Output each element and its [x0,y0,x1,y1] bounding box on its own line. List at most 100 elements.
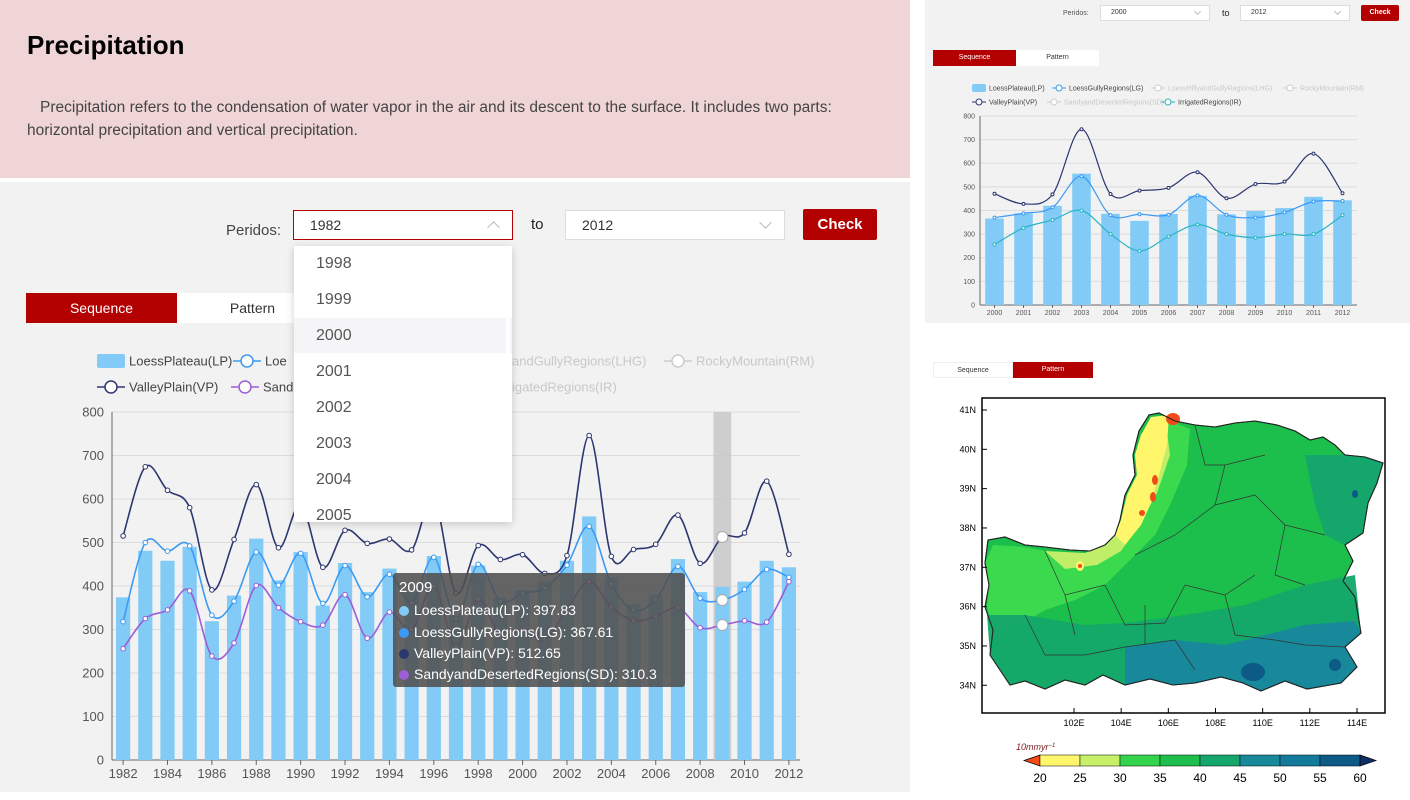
period-to-select[interactable]: 2012 [1240,5,1350,21]
tab-sequence[interactable]: Sequence [933,362,1013,378]
data-point [386,609,393,615]
data-point [297,618,304,625]
legend-swatch [1286,84,1294,92]
series-dot-icon [399,606,409,616]
x-tick-label: 2000 [987,310,1003,317]
series-dot-icon [399,670,409,680]
colorbar-tick-label: 40 [1193,771,1207,785]
x-tick-label: 2010 [730,766,759,781]
map-spot-red [1166,413,1180,425]
legend-label: SandyandDesertedRegions(SD) [1064,100,1164,107]
dropdown-option[interactable]: 1998 [294,246,512,281]
colorbar-tick-label: 20 [1033,771,1047,785]
legend-swatch [240,354,254,368]
data-point [786,551,792,558]
data-point [586,523,592,530]
data-point [253,582,260,589]
data-point [992,242,997,247]
dropdown-option[interactable]: 2001 [294,354,512,389]
tab-sequence[interactable]: Sequence [933,50,1016,66]
legend-swatch [1050,98,1058,106]
period-from-select[interactable]: 2000 [1100,5,1210,21]
data-point [386,571,393,578]
bar [315,605,330,760]
check-button[interactable]: Check [803,209,877,240]
tab-pattern[interactable]: Pattern [1016,50,1099,66]
check-button[interactable]: Check [1361,5,1399,21]
data-point [209,653,215,659]
colorbar-tick-label: 55 [1313,771,1327,785]
data-point [1079,208,1084,213]
map-spot-dark-blue [1352,490,1358,498]
data-point [275,604,282,611]
x-tick-label: 2002 [553,766,582,781]
data-point [1282,179,1287,184]
data-point [253,481,260,488]
dropdown-option[interactable]: 2004 [294,462,512,497]
dropdown-option[interactable]: 2005 [294,498,512,522]
data-point [1050,192,1055,197]
bar [1188,195,1207,305]
dropdown-option[interactable]: 2002 [294,390,512,425]
tooltip-row-text: LoessPlateau(LP): 397.83 [414,602,576,618]
colorbar-segment [1239,754,1281,767]
legend-swatch [238,380,252,394]
bar [1304,196,1323,305]
x-tick-label: 1992 [331,766,360,781]
colorbar-tick-label: 50 [1273,771,1287,785]
bar [1275,208,1294,305]
tooltip-row-text: LoessGullyRegions(LG): 367.61 [414,624,614,640]
x-tick-label: 1984 [153,766,182,781]
bar [781,567,797,760]
data-point [142,615,149,622]
data-point [1224,232,1229,237]
data-point [608,553,615,560]
map-x-tick-label: 110E [1252,718,1272,728]
tooltip-row: LoessPlateau(LP): 397.83 [399,602,576,618]
bar [360,592,375,760]
data-point [342,527,348,534]
data-point [716,594,729,607]
legend-swatch [671,354,685,368]
data-point [1253,215,1258,220]
map-x-tick-label: 112E [1300,718,1320,728]
colorbar-tick-label: 60 [1353,771,1367,785]
bar [138,550,153,760]
data-point [1021,201,1026,206]
data-point [519,551,526,558]
legend-label: igatedRegions(IR) [512,380,617,395]
dropdown-option[interactable]: 2000 [294,318,512,353]
period-to-select[interactable]: 2012 [565,210,785,240]
data-point [1253,182,1258,187]
x-tick-label: 2002 [1045,310,1061,317]
data-point [763,619,770,625]
period-from-select[interactable]: 1982 [293,210,513,240]
data-point [475,542,481,549]
data-point [120,533,126,539]
data-point [364,594,371,600]
precipitation-map: 102E 104E 106E 108E 110E 112E 114E 41N 40N 39N 38N… [959,397,1386,785]
dropdown-scrollbar[interactable] [506,246,510,522]
data-point [164,548,171,554]
legend-swatch [104,380,118,394]
tab-pattern[interactable]: Pattern [1013,362,1093,378]
tab-sequence[interactable]: Sequence [26,293,177,323]
map-x-tick-label: 104E [1111,718,1132,728]
data-point [1340,213,1345,218]
colorbar-unit: 10mmyr−1 [1016,742,1055,752]
dropdown-option[interactable]: 2003 [294,426,512,461]
tooltip-row: LoessGullyRegions(LG): 367.61 [399,624,613,640]
dropdown-option[interactable]: 1999 [294,282,512,317]
legend-label: Loe [265,354,287,369]
colorbar-tick-label: 45 [1233,771,1247,785]
chevron-down-icon [1333,7,1342,16]
y-tick-label: 100 [82,709,104,724]
data-point [1050,217,1055,222]
legend-label: ValleyPlain(VP) [129,380,218,395]
data-point [675,512,681,518]
legend-label: RockyMountain(RM) [696,354,814,369]
data-point [697,560,703,567]
data-point [364,540,371,547]
data-point [475,561,481,568]
x-tick-label: 1986 [197,766,226,781]
